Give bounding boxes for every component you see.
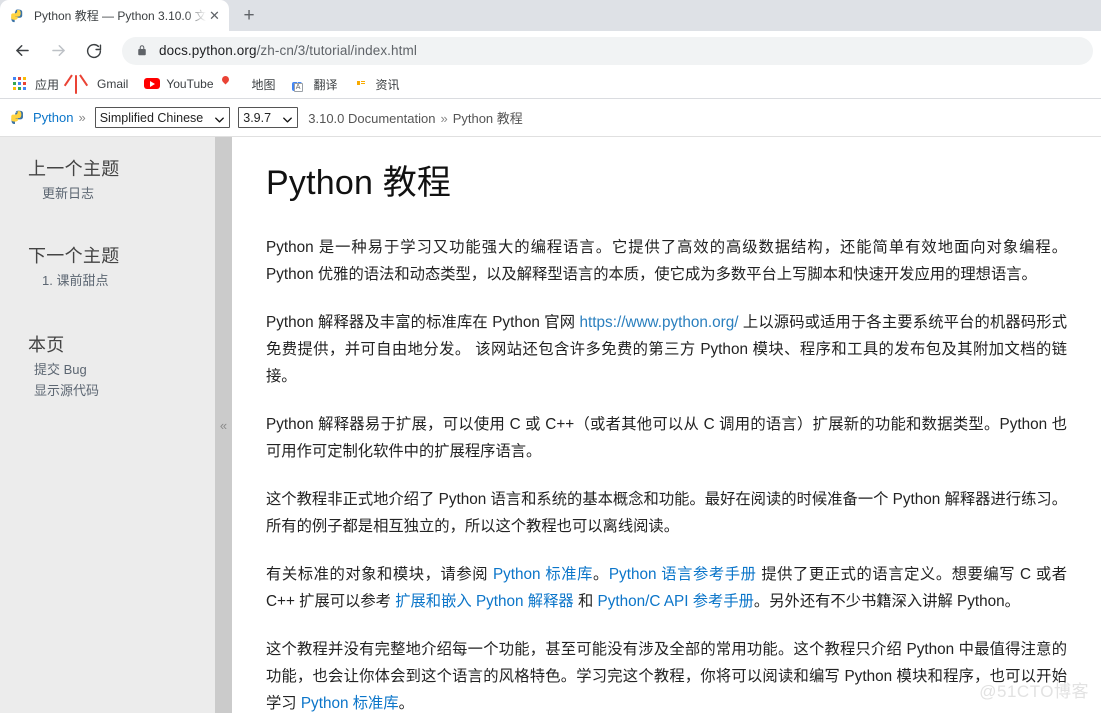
sidebar: 上一个主题 更新日志 下一个主题 1. 课前甜点 本页 提交 Bug 显示源代码: [0, 137, 215, 713]
link-language-reference[interactable]: Python 语言参考手册: [609, 566, 757, 583]
bookmark-apps[interactable]: 应用: [6, 73, 66, 96]
bookmark-gmail[interactable]: Gmail: [68, 73, 135, 95]
docs-nav-sep: »: [78, 110, 86, 125]
translate-icon: 文A: [291, 76, 308, 92]
paragraph-extensibility: Python 解释器易于扩展，可以使用 C 或 C++（或者其他可以从 C 调用…: [266, 411, 1067, 465]
bookmark-translate[interactable]: 文A 翻译: [285, 73, 345, 96]
link-extending-embedding[interactable]: 扩展和嵌入 Python 解释器: [395, 593, 574, 610]
paragraph-tutorial-scope: 这个教程非正式地介绍了 Python 语言和系统的基本概念和功能。最好在阅读的时…: [266, 486, 1067, 540]
maps-icon: [220, 74, 246, 92]
chevron-down-icon: [283, 113, 293, 123]
close-icon[interactable]: ✕: [206, 7, 223, 24]
breadcrumb-current: Python 教程: [452, 111, 523, 126]
bookmark-news[interactable]: 资讯: [347, 73, 407, 96]
paragraph-references: 有关标准的对象和模块，请参阅 Python 标准库。Python 语言参考手册 …: [266, 561, 1067, 615]
bookmark-label: 应用: [35, 77, 60, 92]
link-c-api-reference[interactable]: Python/C API 参考手册: [598, 593, 754, 610]
back-icon[interactable]: [8, 37, 36, 65]
docs-navbar: Python » Simplified Chinese 3.9.7 3.10.0…: [0, 99, 1101, 137]
link-standard-library-2[interactable]: Python 标准库: [301, 695, 399, 712]
sidebar-link-changelog[interactable]: 更新日志: [28, 183, 201, 204]
sidebar-link-show-source[interactable]: 显示源代码: [28, 380, 201, 401]
sidebar-heading-previous: 上一个主题: [28, 159, 120, 179]
paragraph-coverage: 这个教程并没有完整地介绍每一个功能，甚至可能没有涉及全部的常用功能。这个教程只介…: [266, 636, 1067, 713]
news-icon: [354, 76, 370, 92]
tab-strip: Python 教程 — Python 3.10.0 文档 ✕ +: [0, 0, 1101, 31]
sidebar-collapse-handle[interactable]: «: [215, 137, 232, 713]
chevron-down-icon: [215, 113, 225, 123]
paragraph-intro: Python 是一种易于学习又功能强大的编程语言。它提供了高效的高级数据结构，还…: [266, 234, 1067, 288]
paragraph-text: 。: [398, 695, 414, 712]
apps-grid-icon: [13, 76, 29, 92]
paragraph-text: 有关标准的对象和模块，请参阅: [266, 566, 493, 583]
paragraph-text: 。: [592, 566, 609, 583]
gmail-icon: [75, 75, 91, 94]
youtube-icon: [144, 76, 161, 92]
url-text: docs.python.org/zh-cn/3/tutorial/index.h…: [159, 43, 417, 58]
breadcrumb-sep: »: [440, 111, 448, 126]
document-body: Python 教程 Python 是一种易于学习又功能强大的编程语言。它提供了高…: [232, 137, 1101, 713]
tab-title: Python 教程 — Python 3.10.0 文档: [34, 8, 206, 23]
bookmark-label: YouTube: [166, 77, 214, 91]
sidebar-heading-next: 下一个主题: [28, 246, 120, 266]
python-logo-icon: [10, 8, 26, 24]
url-host: docs.python.org: [159, 43, 257, 58]
language-select[interactable]: Simplified Chinese: [94, 107, 231, 128]
forward-icon: [44, 37, 72, 65]
python-logo-icon: [10, 109, 27, 126]
sidebar-heading-thispage: 本页: [28, 335, 65, 355]
sidebar-link-next-topic[interactable]: 1. 课前甜点: [28, 270, 201, 291]
breadcrumb: 3.10.0 Documentation » Python 教程: [308, 108, 523, 127]
reload-icon[interactable]: [80, 37, 108, 65]
browser-tab[interactable]: Python 教程 — Python 3.10.0 文档 ✕: [0, 0, 229, 31]
browser-chrome: Python 教程 — Python 3.10.0 文档 ✕ + docs.py…: [0, 0, 1101, 99]
bookmark-label: 翻译: [313, 77, 338, 92]
link-standard-library[interactable]: Python 标准库: [493, 566, 593, 583]
breadcrumb-version: 3.10.0 Documentation: [308, 111, 436, 126]
paragraph-text: Python 解释器易于扩展，可以使用 C 或 C++（或者其他可以从 C 调用…: [266, 416, 1067, 460]
paragraph-text: Python 解释器及丰富的标准库在 Python 官网: [266, 314, 580, 331]
url-path: /zh-cn/3/tutorial/index.html: [256, 43, 417, 58]
docs-nav-python-link[interactable]: Python: [33, 110, 73, 125]
paragraph-text: 和: [573, 593, 598, 610]
paragraph-text: 这个教程非正式地介绍了 Python 语言和系统的基本概念和功能。最好在阅读的时…: [266, 491, 1067, 535]
new-tab-button[interactable]: +: [235, 1, 263, 29]
paragraph-download: Python 解释器及丰富的标准库在 Python 官网 https://www…: [266, 309, 1067, 390]
browser-toolbar: docs.python.org/zh-cn/3/tutorial/index.h…: [0, 31, 1101, 70]
page-viewport: Python » Simplified Chinese 3.9.7 3.10.0…: [0, 99, 1101, 714]
version-select[interactable]: 3.9.7: [238, 107, 299, 128]
bookmark-label: 资讯: [375, 77, 400, 92]
bookmark-youtube[interactable]: YouTube: [137, 73, 220, 95]
language-select-value: Simplified Chinese: [99, 110, 204, 125]
paragraph-text: 。另外还有不少书籍深入讲解 Python。: [753, 593, 1020, 610]
bookmark-maps[interactable]: 地图: [220, 73, 283, 96]
bookmark-label: 地图: [251, 77, 276, 92]
lock-icon: [136, 44, 148, 57]
content-area: 上一个主题 更新日志 下一个主题 1. 课前甜点 本页 提交 Bug 显示源代码…: [0, 137, 1101, 713]
bookmarks-bar: 应用 Gmail YouTube 地图 文A 翻译 资讯: [0, 70, 1101, 99]
paragraph-text: Python 是一种易于学习又功能强大的编程语言。它提供了高效的高级数据结构，还…: [266, 239, 1067, 283]
page-title: Python 教程: [266, 164, 452, 202]
bookmark-label: Gmail: [97, 77, 129, 91]
address-bar[interactable]: docs.python.org/zh-cn/3/tutorial/index.h…: [122, 36, 1093, 65]
sidebar-link-report-bug[interactable]: 提交 Bug: [28, 359, 201, 380]
link-python-org[interactable]: https://www.python.org/: [580, 314, 739, 331]
